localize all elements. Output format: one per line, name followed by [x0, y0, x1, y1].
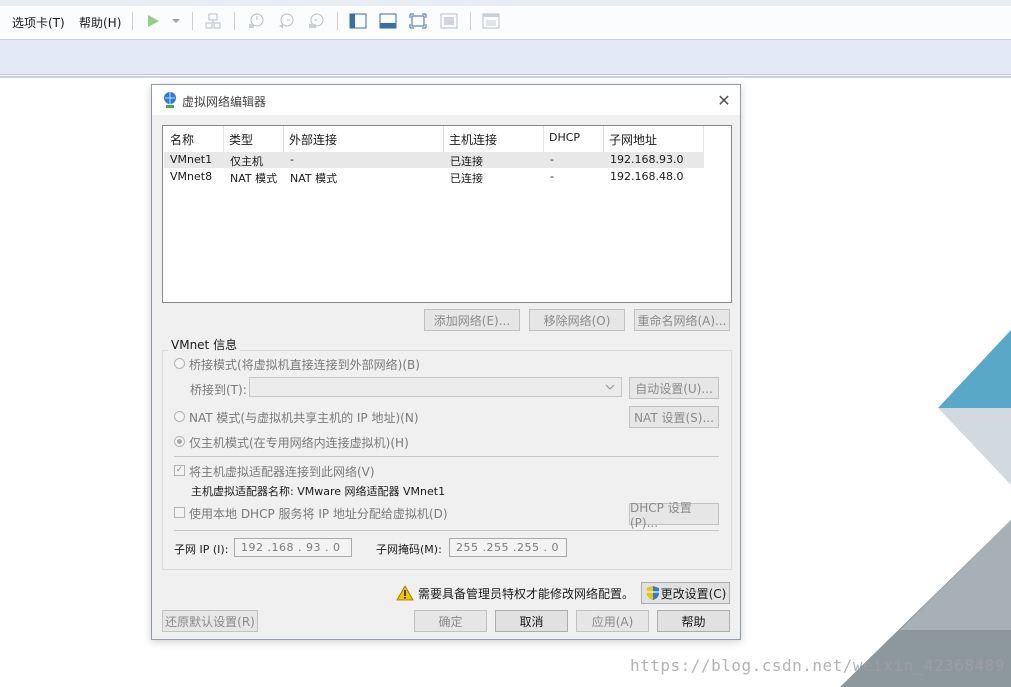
background-decoration [840, 330, 1011, 687]
subnet-mask-input[interactable]: 255 .255 .255 . 0 [449, 538, 567, 557]
toolbar-separator [337, 12, 338, 30]
apply-button[interactable]: 应用(A) [576, 610, 649, 632]
column-header-host[interactable]: 主机连接 [449, 131, 497, 148]
dhcp-checkbox[interactable] [174, 507, 185, 518]
column-divider [223, 126, 224, 152]
cell-type: 仅主机 [230, 155, 263, 168]
network-globe-icon [164, 92, 176, 108]
band-divider [0, 76, 1011, 78]
toolbar-separator [192, 12, 193, 30]
rename-network-button[interactable]: 重命名网络(A)... [634, 309, 730, 331]
cell-dhcp: - [550, 170, 554, 183]
column-divider [603, 126, 604, 152]
adapter-name-text: 主机虚拟适配器名称: VMware 网络适配器 VMnet1 [191, 485, 446, 498]
toolbar-separator [234, 12, 235, 30]
toolbar-separator [470, 12, 471, 30]
column-divider [703, 126, 704, 152]
cell-subnet: 192.168.93.0 [610, 153, 684, 166]
snapshot-revert-icon[interactable] [276, 11, 296, 31]
cell-name: VMnet1 [170, 153, 213, 166]
thumbnail-icon[interactable] [481, 11, 501, 31]
bridge-to-label: 桥接到(T): [190, 383, 247, 397]
column-header-type[interactable]: 类型 [229, 131, 253, 148]
divider [174, 456, 719, 457]
column-header-name[interactable]: 名称 [170, 131, 194, 148]
table-row[interactable]: VMnet1 仅主机 - 已连接 - 192.168.93.0 [164, 152, 704, 168]
column-divider [443, 126, 444, 152]
subnet-ip-label: 子网 IP (I): [174, 543, 229, 556]
menu-options[interactable]: 选项卡(T) [12, 14, 65, 31]
network-icon[interactable] [203, 11, 223, 31]
play-icon[interactable] [143, 11, 163, 31]
vmnet-info-title: VMnet 信息 [168, 336, 241, 353]
add-network-button[interactable]: 添加网络(E)... [424, 309, 520, 331]
cell-external: NAT 模式 [290, 172, 338, 185]
bridged-mode-label: 桥接模式(将虚拟机直接连接到外部网络)(B) [189, 358, 420, 372]
cell-type: NAT 模式 [230, 172, 278, 185]
subnet-mask-label: 子网掩码(M): [376, 543, 442, 556]
menu-help[interactable]: 帮助(H) [79, 14, 121, 31]
watermark-text: https://blog.csdn.net/weixin_42368489 [630, 656, 1005, 675]
warning-icon [396, 585, 414, 601]
bridge-to-select[interactable] [249, 377, 622, 397]
shield-icon [647, 586, 659, 600]
change-settings-label: 更改设置(C) [660, 586, 727, 601]
column-divider [283, 126, 284, 152]
column-header-dhcp[interactable]: DHCP [549, 131, 580, 144]
ok-button[interactable]: 确定 [414, 610, 487, 632]
cell-name: VMnet8 [170, 170, 213, 183]
cell-host: 已连接 [450, 155, 483, 168]
help-button[interactable]: 帮助 [657, 610, 730, 632]
auto-settings-button[interactable]: 自动设置(U)... [629, 377, 719, 399]
cell-external: - [290, 153, 294, 166]
dhcp-label: 使用本地 DHCP 服务将 IP 地址分配给虚拟机(D) [189, 507, 448, 521]
fullscreen-icon[interactable] [408, 11, 428, 31]
change-settings-button[interactable]: 更改设置(C) [641, 582, 730, 604]
nat-mode-radio[interactable] [174, 411, 185, 422]
nat-mode-label: NAT 模式(与虚拟机共享主机的 IP 地址)(N) [189, 411, 419, 425]
chevron-down-icon [605, 384, 615, 390]
bridged-mode-radio[interactable] [174, 358, 185, 369]
unity-icon[interactable] [439, 11, 459, 31]
network-list[interactable]: 名称 类型 外部连接 主机连接 DHCP 子网地址 VMnet1 仅主机 - 已… [162, 125, 732, 303]
cell-subnet: 192.168.48.0 [610, 170, 684, 183]
dialog-title: 虚拟网络编辑器 [182, 95, 267, 109]
divider [174, 530, 719, 531]
column-header-subnet[interactable]: 子网地址 [609, 131, 657, 148]
nat-settings-button[interactable]: NAT 设置(S)... [629, 406, 719, 428]
connect-adapter-checkbox[interactable]: ✓ [174, 465, 185, 476]
dropdown-arrow-icon[interactable] [166, 11, 186, 31]
remove-network-button[interactable]: 移除网络(O) [529, 309, 625, 331]
column-divider [543, 126, 544, 152]
dhcp-settings-button[interactable]: DHCP 设置(P)... [629, 501, 719, 530]
snapshot-manager-icon[interactable] [306, 11, 326, 31]
connect-adapter-label: 将主机虚拟适配器连接到此网络(V) [189, 465, 375, 479]
column-header-external[interactable]: 外部连接 [289, 131, 337, 148]
subnet-ip-input[interactable]: 192 .168 . 93 . 0 [234, 538, 352, 557]
view-sidebar-icon[interactable] [348, 11, 368, 31]
toolbar-separator [132, 12, 133, 30]
restore-defaults-button[interactable]: 还原默认设置(R) [162, 610, 258, 632]
tab-band [0, 40, 1011, 75]
cell-host: 已连接 [450, 172, 483, 185]
close-icon[interactable]: ✕ [714, 90, 734, 110]
host-only-mode-radio[interactable] [174, 436, 185, 447]
table-row[interactable]: VMnet8 NAT 模式 NAT 模式 已连接 - 192.168.48.0 [164, 169, 704, 185]
snapshot-icon[interactable] [246, 11, 266, 31]
view-console-icon[interactable] [378, 11, 398, 31]
cancel-button[interactable]: 取消 [495, 610, 568, 632]
host-only-mode-label: 仅主机模式(在专用网络内连接虚拟机)(H) [189, 436, 409, 450]
virtual-network-editor-dialog: 虚拟网络编辑器 ✕ 名称 类型 外部连接 主机连接 DHCP 子网地址 VMne… [151, 84, 741, 640]
admin-notice-text: 需要具备管理员特权才能修改网络配置。 [418, 587, 635, 601]
cell-dhcp: - [550, 153, 554, 166]
